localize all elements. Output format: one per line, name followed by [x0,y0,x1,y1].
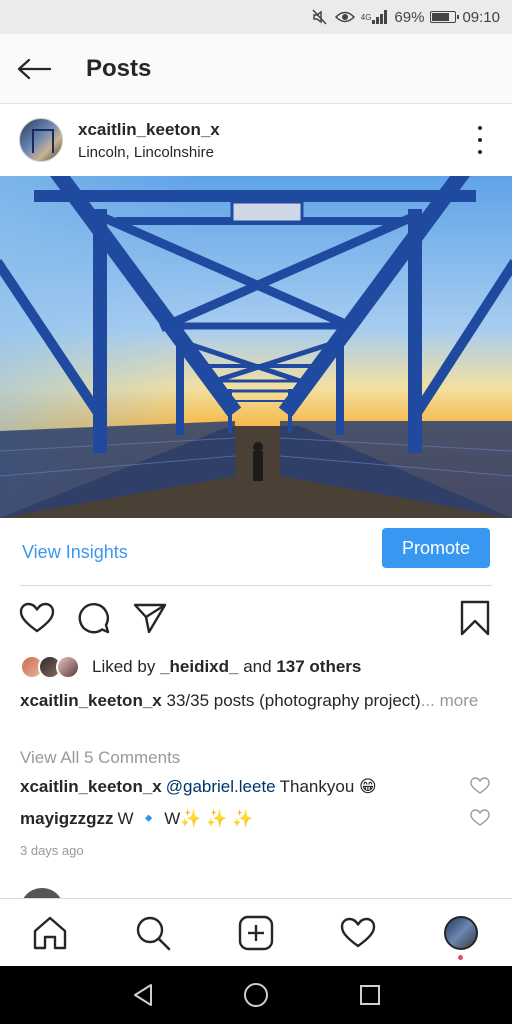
more-options-button[interactable] [470,126,490,154]
comment-username[interactable]: mayigzzgzz [20,809,114,829]
divider [20,585,492,586]
heart-icon [19,602,55,633]
system-recents-button[interactable] [357,982,383,1008]
nav-profile[interactable] [439,911,483,960]
insights-row: View Insights Promote [0,518,512,586]
likes-row[interactable]: Liked by _heidixd_ and 137 others [20,654,361,680]
send-icon [133,603,167,634]
next-post-avatar [20,888,64,898]
nav-new-post[interactable] [234,911,278,955]
network-type: 4G [360,12,372,22]
likes-prefix: Liked by [92,657,156,676]
first-liker[interactable]: _heidixd_ [160,657,238,676]
post-user-block: xcaitlin_keeton_x Lincoln, Lincolnshire [78,120,220,161]
circle-home-icon [244,983,268,1007]
likes-others[interactable]: 137 others [276,657,361,676]
comment-icon [78,603,110,634]
comment-row: xcaitlin_keeton_x @gabriel.leete Thankyo… [20,777,492,797]
profile-avatar [444,916,478,950]
view-all-comments-link[interactable]: View All 5 Comments [20,748,180,768]
bridge-photo-illustration [0,176,512,518]
dot-icon [478,138,482,142]
view-insights-link[interactable]: View Insights [22,542,128,563]
save-button[interactable] [455,596,495,640]
triangle-back-icon [134,984,152,1006]
post-caption: xcaitlin_keeton_x 33/35 posts (photograp… [20,688,480,714]
post-location[interactable]: Lincoln, Lincolnshire [78,144,220,161]
post-username[interactable]: xcaitlin_keeton_x [78,120,220,140]
comment-text: W 🔹 W✨ ✨ ✨ [117,809,254,828]
post-header: xcaitlin_keeton_x Lincoln, Lincolnshire [0,104,512,176]
system-home-button[interactable] [243,982,269,1008]
home-icon [33,916,67,950]
mute-icon [311,9,329,25]
comment-like-icon[interactable] [470,777,490,795]
arrow-left-icon [17,58,51,79]
liker-avatar [56,655,80,679]
battery-icon [430,11,460,23]
nav-activity[interactable] [336,911,380,955]
caption-more-link[interactable]: ... more [421,691,479,710]
bottom-nav [0,898,512,966]
header-bar: Posts [0,34,512,104]
system-nav-bar [0,966,512,1024]
battery-fill [432,13,449,21]
search-icon [136,916,171,951]
notification-dot [458,955,463,960]
status-bar: 4G 69% 09:10 [0,0,512,34]
comment-row: mayigzzgzz W 🔹 W✨ ✨ ✨ [20,809,492,829]
signal-icon: 4G [361,10,389,24]
like-button[interactable] [17,596,57,640]
comment-text: Thankyou 😁 [279,777,377,796]
activity-heart-icon [340,917,376,948]
liker-avatars [20,655,80,679]
likes-text: Liked by _heidixd_ and 137 others [92,657,361,677]
page-title: Posts [86,54,152,82]
post-timestamp: 3 days ago [20,843,84,858]
bookmark-icon [460,600,490,636]
clock: 09:10 [462,8,500,26]
caption-username[interactable]: xcaitlin_keeton_x [20,691,162,710]
battery-percent: 69% [394,8,425,26]
eye-icon [334,10,355,24]
likes-connector: and [243,657,272,676]
square-recents-icon [360,985,380,1005]
system-back-button[interactable] [130,982,156,1008]
back-button[interactable] [0,34,68,104]
nav-home[interactable] [28,911,72,955]
comment-like-icon[interactable] [470,809,490,827]
comment-button[interactable] [74,596,114,640]
promote-button[interactable]: Promote [382,528,490,568]
add-post-icon [238,915,274,951]
comment-mention[interactable]: @gabriel.leete [166,777,276,797]
dot-icon [478,126,482,130]
comment-username[interactable]: xcaitlin_keeton_x [20,777,162,797]
post-action-row [0,596,512,640]
nav-search[interactable] [131,911,175,955]
user-avatar[interactable] [19,118,63,162]
share-button[interactable] [130,596,170,640]
caption-text: 33/35 posts (photography project) [166,691,421,710]
post-photo[interactable] [0,176,512,518]
dot-icon [478,150,482,154]
